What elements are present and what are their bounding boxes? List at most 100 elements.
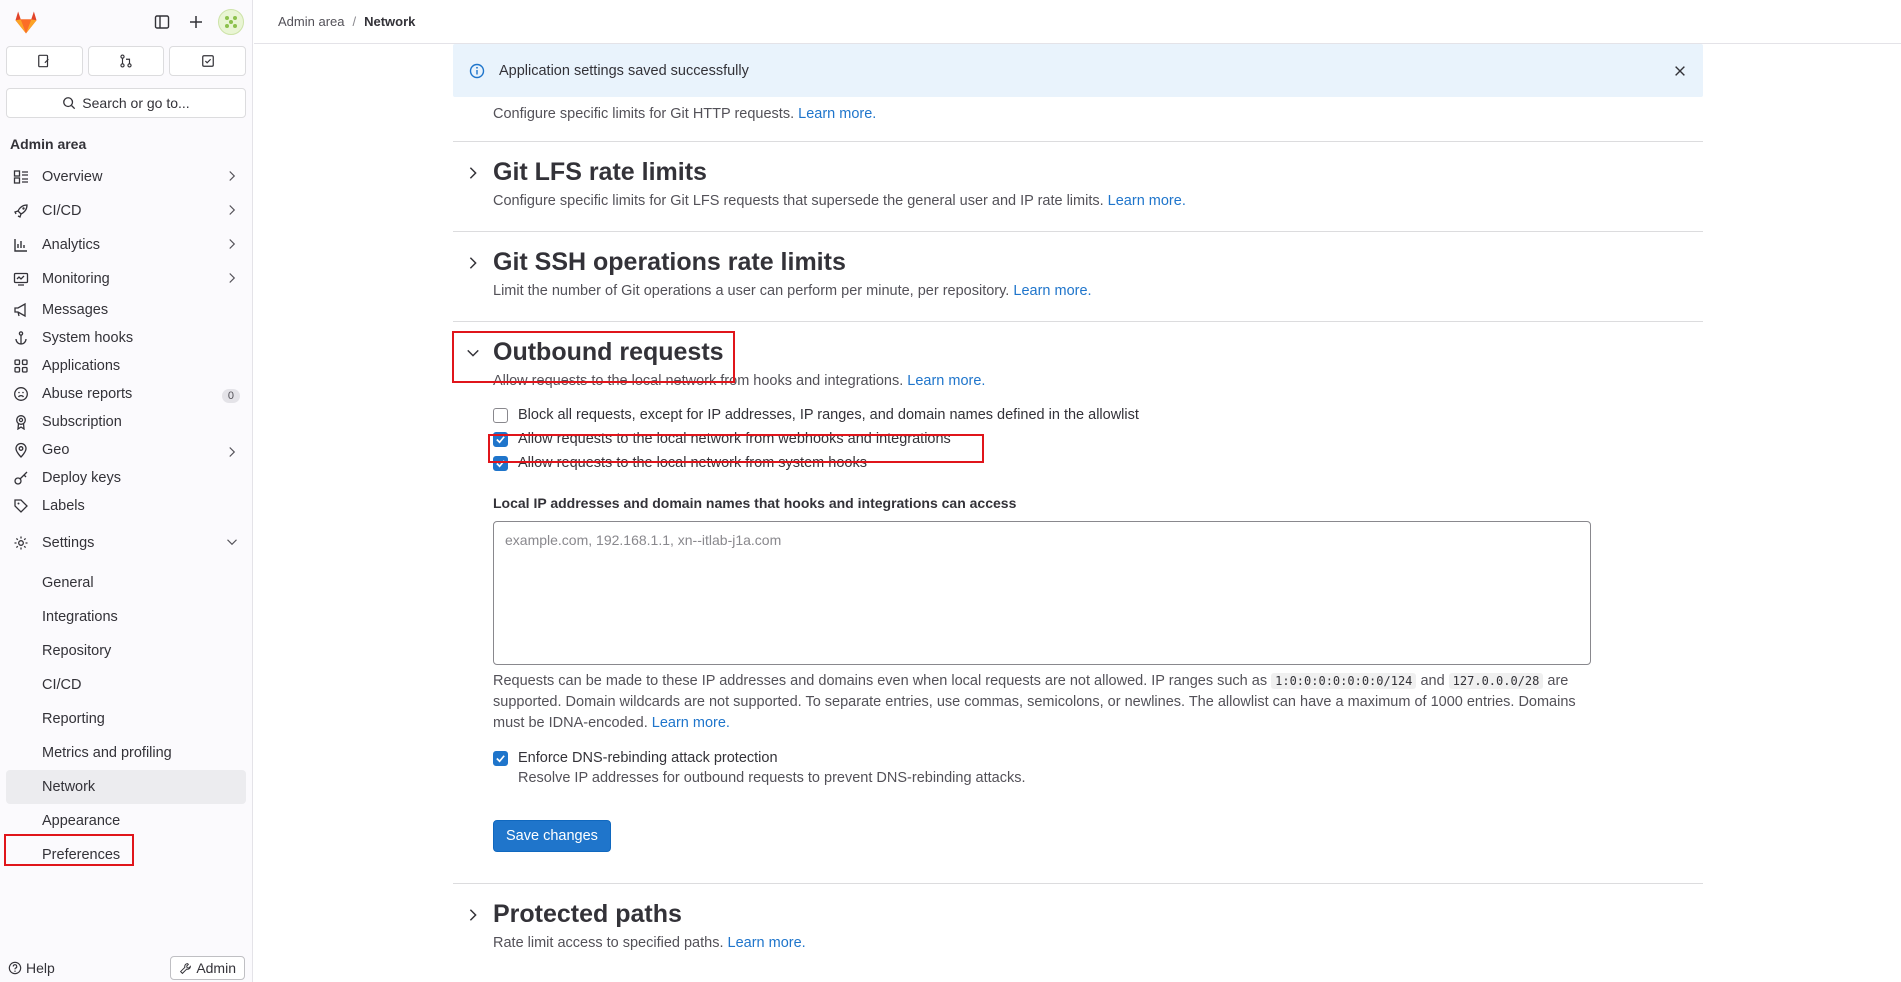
allowlist-help-text: Requests can be made to these IP address… xyxy=(493,673,1576,731)
breadcrumb-separator: / xyxy=(352,14,357,29)
breadcrumb-admin-area[interactable]: Admin area xyxy=(278,14,344,29)
ipv6-range-code: 1:0:0:0:0:0:0:0/124 xyxy=(1271,673,1417,689)
sidebar-item-abuse-reports[interactable]: Abuse reports 0 xyxy=(0,380,252,408)
sidebar-item-label: Settings xyxy=(42,535,95,551)
issues-icon xyxy=(38,54,50,68)
git-lfs-learn-more-link[interactable]: Learn more. xyxy=(1108,193,1186,209)
sidebar-item-settings[interactable]: Settings xyxy=(0,526,252,560)
allowlist-textarea[interactable]: example.com, 192.168.1.1, xn--itlab-j1a.… xyxy=(493,521,1591,665)
count-badge: 0 xyxy=(221,389,240,403)
search-label: Search or go to... xyxy=(82,95,190,111)
gitlab-logo-icon[interactable] xyxy=(12,8,40,36)
info-icon xyxy=(469,63,485,78)
sidebar-item-system-hooks[interactable]: System hooks xyxy=(0,324,252,352)
block-all-requests-checkbox[interactable] xyxy=(493,407,508,423)
location-icon xyxy=(12,441,30,459)
help-icon[interactable] xyxy=(8,961,22,975)
settings-subitem-reporting[interactable]: Reporting xyxy=(0,702,252,736)
anchor-icon xyxy=(12,329,30,347)
sidebar-item-messages[interactable]: Messages xyxy=(0,296,252,324)
sidebar-nav: Overview CI/CD Analytics Monitoring Messages… xyxy=(0,160,252,872)
breadcrumb: Admin area / Network xyxy=(254,0,1901,44)
settings-subitem-repository[interactable]: Repository xyxy=(0,634,252,668)
chevron-right-icon xyxy=(226,170,238,186)
save-changes-button[interactable]: Save changes xyxy=(493,820,611,852)
quick-actions xyxy=(0,44,252,78)
sidebar-footer: Help Admin xyxy=(0,954,253,982)
sidebar-item-monitoring[interactable]: Monitoring xyxy=(0,262,252,296)
chevron-right-icon[interactable] xyxy=(453,908,493,922)
label-icon xyxy=(12,497,30,515)
git-ssh-description: Limit the number of Git operations a use… xyxy=(493,283,1092,299)
sidebar-item-label: Overview xyxy=(42,169,103,185)
dns-rebinding-label[interactable]: Enforce DNS-rebinding attack protection xyxy=(518,750,778,766)
sidebar-item-label: Labels xyxy=(42,498,85,514)
chevron-right-icon xyxy=(226,238,238,254)
settings-subitem-ci-cd[interactable]: CI/CD xyxy=(0,668,252,702)
monitor-icon xyxy=(12,270,30,288)
merge-requests-button[interactable] xyxy=(87,46,165,76)
chevron-right-icon xyxy=(226,204,238,220)
key-icon xyxy=(12,469,30,487)
protected-paths-learn-more-link[interactable]: Learn more. xyxy=(728,935,806,951)
plus-icon[interactable] xyxy=(184,10,208,34)
sidebar-item-applications[interactable]: Applications xyxy=(0,352,252,380)
settings-subitem-metrics-and-profiling[interactable]: Metrics and profiling xyxy=(0,736,252,770)
sidebar-item-label: Messages xyxy=(42,302,109,318)
outbound-learn-more-link[interactable]: Learn more. xyxy=(907,373,985,389)
sidebar-header xyxy=(0,0,252,44)
git-lfs-description: Configure specific limits for Git LFS re… xyxy=(493,193,1186,209)
allowlist-learn-more-link[interactable]: Learn more. xyxy=(652,715,730,731)
highlight-network xyxy=(4,834,134,866)
sidebar-toggle-icon[interactable] xyxy=(150,10,174,34)
search-icon xyxy=(63,97,76,110)
admin-button[interactable]: Admin xyxy=(170,956,245,980)
block-all-requests-label[interactable]: Block all requests, except for IP addres… xyxy=(518,407,1139,423)
grid-icon xyxy=(12,357,30,375)
settings-subitem-appearance[interactable]: Appearance xyxy=(0,804,252,838)
sidebar-item-subscription[interactable]: Subscription xyxy=(0,408,252,436)
todo-icon xyxy=(201,55,214,67)
highlight-webhooks-checkbox xyxy=(488,434,984,463)
success-alert: Application settings saved successfully xyxy=(453,44,1703,97)
todo-button[interactable] xyxy=(169,46,247,76)
search-button[interactable]: Search or go to... xyxy=(6,88,246,118)
overview-icon xyxy=(12,168,30,186)
sidebar-item-deploy-keys[interactable]: Deploy keys xyxy=(0,464,252,492)
chevron-right-icon xyxy=(226,446,238,462)
issues-button[interactable] xyxy=(6,46,83,76)
chevron-right-icon[interactable] xyxy=(453,256,493,270)
git-http-learn-more-link[interactable]: Learn more. xyxy=(798,106,876,122)
breadcrumb-network[interactable]: Network xyxy=(364,14,415,29)
dns-rebinding-checkbox[interactable] xyxy=(493,750,508,766)
avatar[interactable] xyxy=(218,9,244,35)
git-ssh-learn-more-link[interactable]: Learn more. xyxy=(1013,283,1091,299)
settings-subitem-general[interactable]: General xyxy=(0,566,252,600)
close-icon[interactable] xyxy=(1673,64,1687,78)
protected-paths-title[interactable]: Protected paths xyxy=(493,900,682,929)
sidebar-item-label: Deploy keys xyxy=(42,470,121,486)
merge-request-icon xyxy=(120,54,132,68)
sidebar-item-ci-cd[interactable]: CI/CD xyxy=(0,194,252,228)
chevron-down-icon xyxy=(226,536,238,552)
main-content: Application settings saved successfully … xyxy=(453,44,1703,973)
settings-subitem-network[interactable]: Network xyxy=(6,770,246,804)
sidebar-item-geo[interactable]: Geo xyxy=(0,436,252,464)
sidebar-item-label: Monitoring xyxy=(42,271,110,287)
sidebar-item-overview[interactable]: Overview xyxy=(0,160,252,194)
sidebar-item-label: Analytics xyxy=(42,237,101,253)
settings-subitem-integrations[interactable]: Integrations xyxy=(0,600,252,634)
git-lfs-title[interactable]: Git LFS rate limits xyxy=(493,158,707,187)
dns-rebinding-checkbox-row[interactable]: Enforce DNS-rebinding attack protection xyxy=(453,746,1703,770)
wrench-icon xyxy=(180,962,192,974)
sidebar-item-label: CI/CD xyxy=(42,203,82,219)
block-all-requests-checkbox-row[interactable]: Block all requests, except for IP addres… xyxy=(453,403,1703,427)
sidebar-item-analytics[interactable]: Analytics xyxy=(0,228,252,262)
chart-icon xyxy=(12,236,30,254)
chevron-right-icon[interactable] xyxy=(453,166,493,180)
sidebar-item-label: Geo xyxy=(42,442,70,458)
sidebar-item-labels[interactable]: Labels xyxy=(0,492,252,520)
gear-icon xyxy=(12,534,30,552)
git-ssh-title[interactable]: Git SSH operations rate limits xyxy=(493,248,846,277)
help-link[interactable]: Help xyxy=(26,960,55,976)
